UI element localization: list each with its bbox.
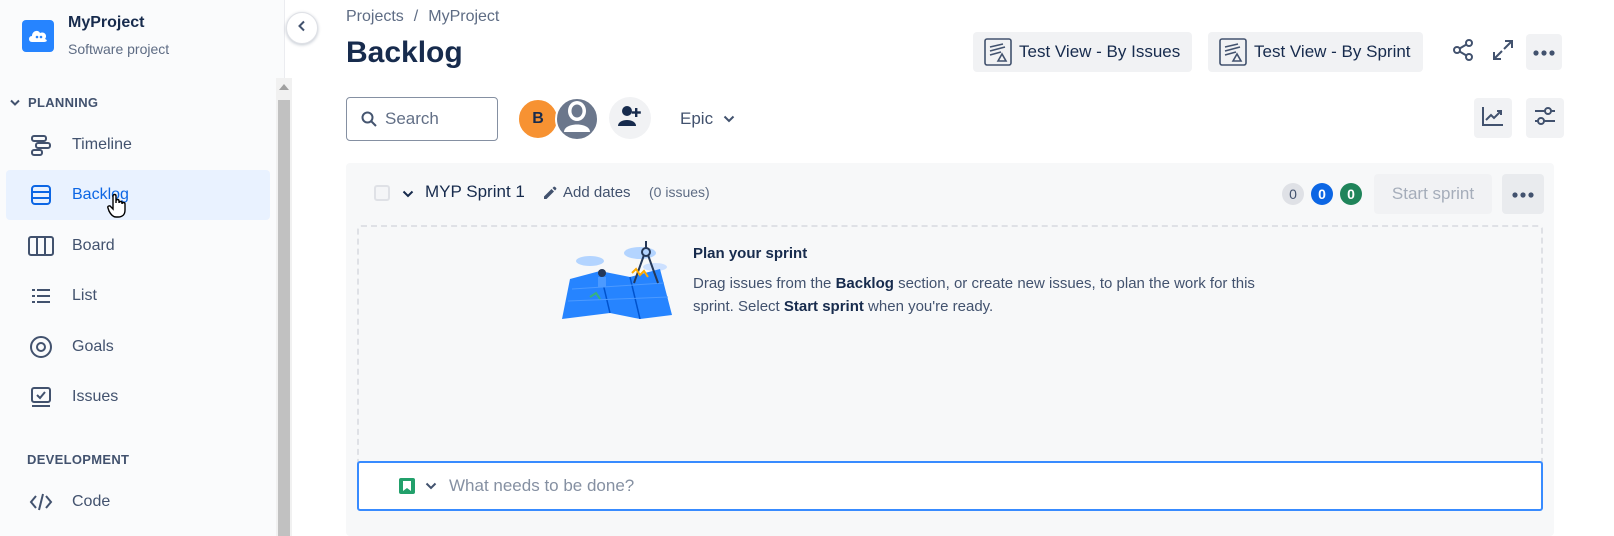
todo-count-badge: 0 (1282, 183, 1304, 205)
view-button-label: Test View - By Sprint (1254, 42, 1411, 61)
sprint-checkbox[interactable] (374, 185, 390, 201)
chevron-left-icon (297, 19, 307, 37)
add-person-icon (618, 105, 642, 132)
create-issue-input[interactable]: What needs to be done? (357, 461, 1543, 511)
share-button[interactable] (1445, 34, 1481, 70)
sprint-drop-zone[interactable] (357, 225, 1543, 465)
sidebar: MyProject Software project PLANNING Time… (0, 0, 292, 536)
sprint-more-button[interactable] (1502, 174, 1544, 214)
sidebar-item-board[interactable]: Board (6, 221, 270, 271)
sidebar-item-label: Goals (72, 338, 114, 355)
view-settings-button[interactable] (1526, 98, 1564, 138)
settings-sliders-icon (1533, 105, 1557, 132)
breadcrumb-project-link[interactable]: MyProject (428, 8, 499, 26)
issue-count: (0 issues) (649, 184, 710, 200)
empty-state-description: Drag issues from the Backlog section, or… (693, 275, 1255, 315)
more-actions-button[interactable] (1526, 34, 1562, 70)
search-input[interactable]: Search (346, 97, 498, 141)
test-view-icon (983, 37, 1013, 67)
list-icon (28, 283, 54, 309)
hand-cursor-icon (107, 193, 129, 224)
share-icon (1451, 38, 1475, 67)
breadcrumb-projects-link[interactable]: Projects (346, 8, 404, 26)
project-name: MyProject (68, 14, 145, 31)
sprint-container: MYP Sprint 1 Add dates (0 issues) 0 0 0 … (346, 163, 1554, 536)
scrollbar-thumb[interactable] (278, 100, 290, 536)
sidebar-item-issues[interactable]: Issues (6, 372, 270, 422)
sprint-name[interactable]: MYP Sprint 1 (425, 182, 525, 202)
create-issue-placeholder: What needs to be done? (449, 476, 635, 495)
project-logo-icon (22, 20, 54, 52)
backlog-icon (28, 182, 54, 208)
unassigned-avatar[interactable] (555, 97, 599, 141)
issues-icon (28, 384, 54, 410)
project-header[interactable]: MyProject Software project (22, 12, 169, 60)
epic-label: Epic (680, 109, 714, 128)
expand-icon (1492, 39, 1514, 66)
person-icon (562, 100, 592, 139)
epic-filter-dropdown[interactable]: Epic (670, 100, 745, 138)
sidebar-item-goals[interactable]: Goals (6, 322, 270, 372)
chart-trend-icon (1481, 105, 1505, 132)
collapse-sidebar-button[interactable] (286, 12, 318, 44)
code-icon (28, 489, 54, 515)
planning-section-toggle[interactable]: PLANNING (10, 95, 98, 110)
sidebar-item-label: List (72, 287, 97, 304)
goals-icon (28, 334, 54, 360)
scroll-up-arrow-icon[interactable] (279, 84, 289, 90)
done-count-badge: 0 (1340, 183, 1362, 205)
plan-sprint-illustration (560, 239, 680, 324)
chevron-down-icon[interactable] (425, 482, 437, 490)
test-view-icon (1218, 37, 1248, 67)
insights-button[interactable] (1474, 98, 1512, 138)
timeline-icon (28, 132, 54, 158)
more-horizontal-icon (1533, 43, 1555, 61)
search-placeholder: Search (385, 109, 439, 128)
chevron-down-icon (723, 115, 735, 123)
add-dates-button[interactable]: Add dates (543, 184, 631, 201)
sidebar-item-backlog[interactable]: Backlog (6, 170, 270, 220)
in-progress-count-badge: 0 (1311, 183, 1333, 205)
board-icon (28, 233, 54, 259)
breadcrumb-separator: / (413, 8, 419, 25)
story-type-icon[interactable] (399, 478, 415, 494)
test-view-by-sprint-button[interactable]: Test View - By Sprint (1208, 32, 1423, 72)
view-button-label: Test View - By Issues (1019, 42, 1181, 61)
chevron-down-icon (402, 185, 414, 203)
sidebar-item-label: Timeline (72, 136, 132, 153)
planning-section-title: PLANNING (28, 95, 99, 110)
breadcrumb: Projects / MyProject (346, 8, 499, 26)
sidebar-item-list[interactable]: List (6, 271, 270, 321)
sidebar-scrollbar[interactable] (276, 78, 292, 536)
sidebar-item-label: Issues (72, 388, 119, 405)
sidebar-item-timeline[interactable]: Timeline (6, 120, 270, 170)
empty-state-title: Plan your sprint (693, 245, 808, 262)
search-icon (361, 111, 377, 127)
sidebar-item-label: Code (72, 493, 111, 510)
more-horizontal-icon (1512, 185, 1534, 203)
development-section-title: DEVELOPMENT (27, 452, 130, 467)
project-type: Software project (68, 41, 170, 57)
pencil-icon (543, 186, 557, 200)
test-view-by-issues-button[interactable]: Test View - By Issues (973, 32, 1193, 72)
start-sprint-button[interactable]: Start sprint (1374, 174, 1492, 214)
avatar[interactable]: B (517, 98, 559, 140)
chevron-down-icon (10, 95, 20, 110)
sprint-collapse-toggle[interactable] (402, 185, 414, 203)
add-dates-label: Add dates (563, 184, 631, 201)
sidebar-item-label: Board (72, 237, 115, 254)
page-title: Backlog (346, 36, 463, 69)
add-people-button[interactable] (609, 97, 651, 139)
fullscreen-button[interactable] (1485, 34, 1521, 70)
sidebar-item-code[interactable]: Code (6, 477, 270, 527)
